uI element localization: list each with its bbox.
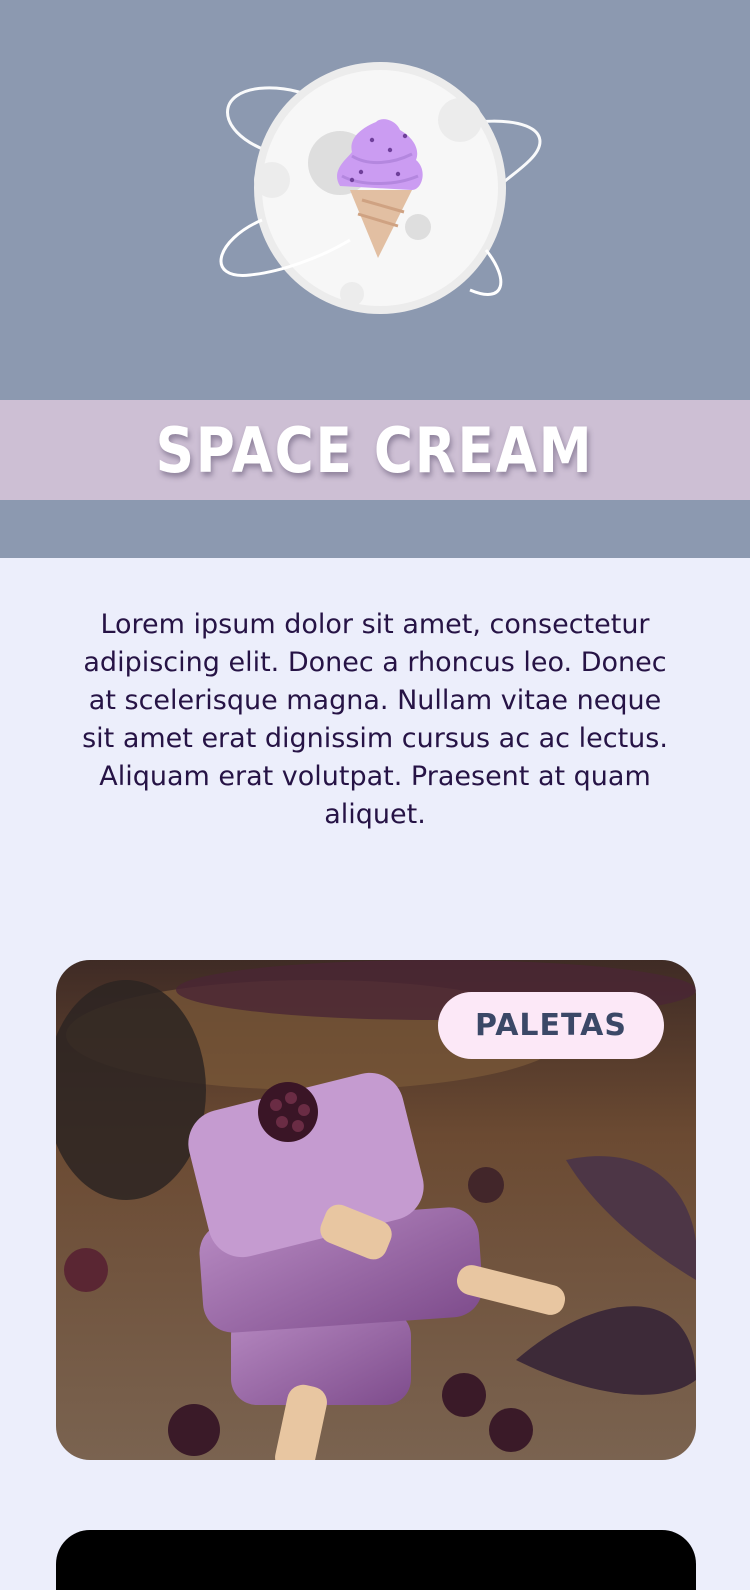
hero-header: SPACE CREAM — [0, 0, 750, 558]
site-title: SPACE CREAM — [156, 413, 594, 487]
category-badge-paletas[interactable]: PALETAS — [438, 992, 664, 1059]
ice-cream-planet-icon — [219, 62, 542, 314]
category-card-next[interactable] — [56, 1530, 696, 1590]
category-card-paletas[interactable]: PALETAS — [56, 960, 696, 1460]
intro-text: Lorem ipsum dolor sit amet, consectetur … — [82, 609, 668, 830]
title-band: SPACE CREAM — [0, 400, 750, 500]
